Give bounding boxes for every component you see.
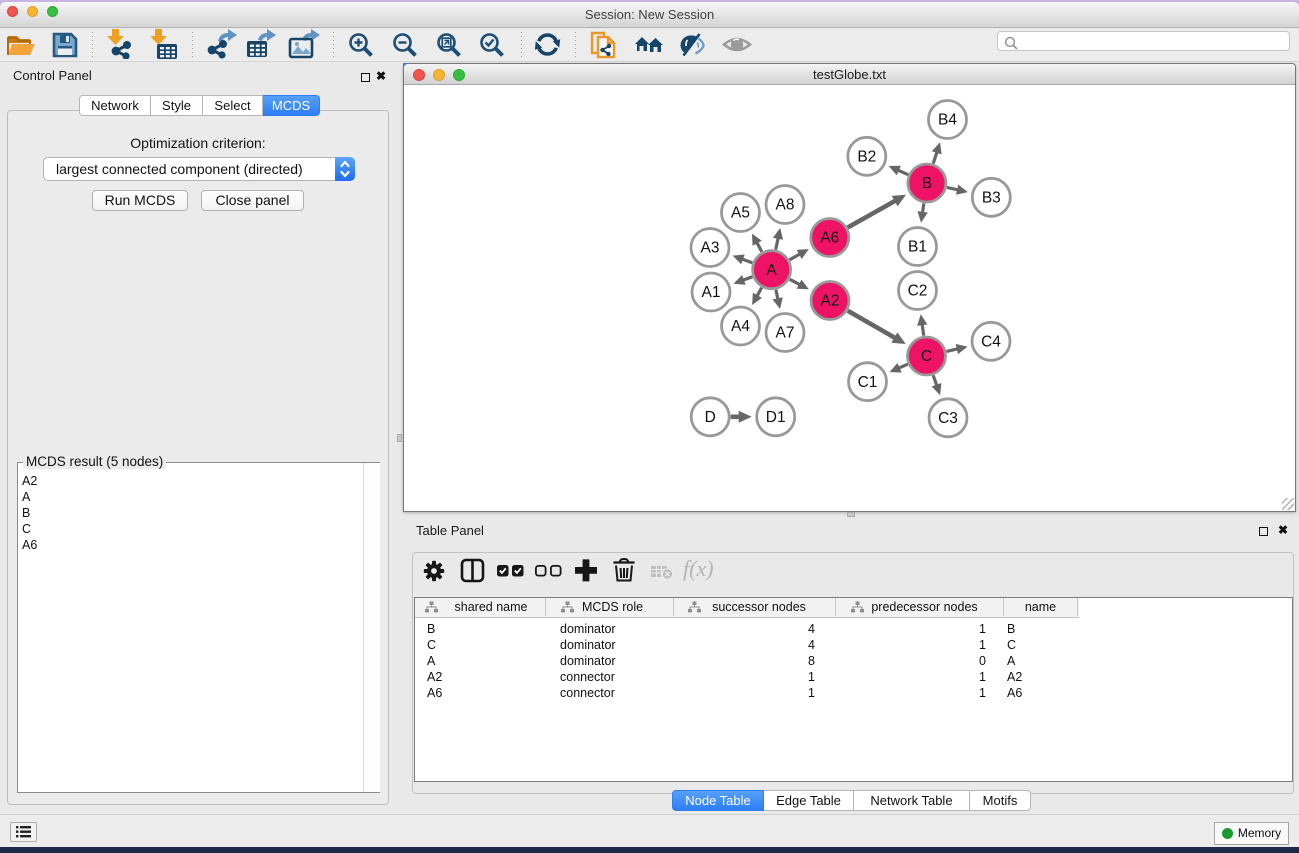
svg-text:A8: A8 — [776, 197, 795, 214]
svg-text:B4: B4 — [938, 112, 957, 129]
svg-text:A7: A7 — [776, 325, 795, 342]
svg-text:C4: C4 — [981, 334, 1001, 351]
svg-text:C: C — [921, 348, 932, 365]
svg-text:A4: A4 — [731, 318, 750, 335]
svg-text:C3: C3 — [938, 410, 958, 427]
svg-text:B3: B3 — [982, 190, 1001, 207]
svg-text:A5: A5 — [731, 205, 750, 222]
svg-text:C2: C2 — [908, 283, 928, 300]
svg-text:B1: B1 — [908, 239, 927, 256]
svg-text:A2: A2 — [821, 293, 840, 310]
svg-text:C1: C1 — [858, 374, 878, 391]
svg-text:B: B — [922, 175, 932, 192]
svg-text:B2: B2 — [857, 149, 876, 166]
svg-text:A1: A1 — [702, 284, 721, 301]
svg-text:A: A — [766, 262, 777, 279]
svg-text:D: D — [705, 409, 716, 426]
svg-text:D1: D1 — [766, 409, 786, 426]
svg-text:A6: A6 — [820, 230, 839, 247]
svg-text:f(x): f(x) — [683, 556, 714, 581]
svg-text:A3: A3 — [701, 240, 720, 257]
